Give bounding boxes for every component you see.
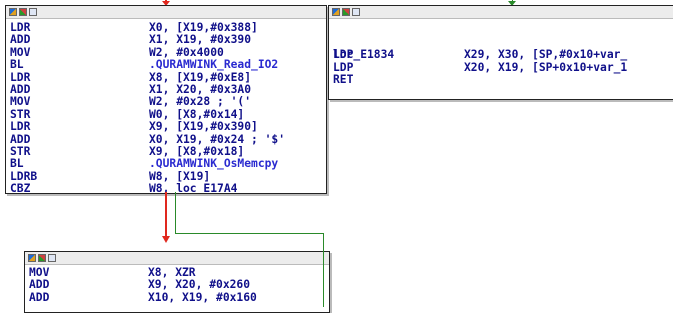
instruction-list: LDP X29, X30, [SP,#0x10+var_ LDP X20, X19, …	[329, 48, 673, 86]
graph-icon[interactable]	[332, 8, 340, 16]
text-icon[interactable]	[29, 8, 37, 16]
text-icon[interactable]	[48, 254, 56, 262]
instruction-line[interactable]: MOV W2, #0x28 ; '('	[6, 95, 326, 108]
mnemonic[interactable]: ADD	[29, 291, 49, 304]
operands[interactable]: X9, X20, #0x260	[148, 278, 250, 291]
mnemonic[interactable]: MOV	[10, 95, 30, 108]
operands[interactable]: X10, X19, #0x160	[148, 291, 257, 304]
instruction-line[interactable]: ADD X1, X19, #0x390	[6, 33, 326, 46]
instruction-line[interactable]: BL .QURAMWINK_OsMemcpy	[6, 157, 326, 170]
false-branch-edge	[165, 192, 167, 236]
operands[interactable]: W8, loc_E17A4	[149, 182, 237, 193]
code-block-main[interactable]: LDR X0, [X19,#0x388] ADD X1, X19, #0x390 MOV…	[5, 5, 327, 194]
instruction-list: MOV X8, XZR ADD X9, X20, #0x260 ADD X10, X19,…	[25, 265, 329, 304]
mnemonic[interactable]: CBZ	[10, 182, 30, 193]
instruction-line[interactable]: LDP X20, X19, [SP+0x10+var_1	[329, 61, 673, 74]
mnemonic[interactable]: BL	[10, 58, 24, 71]
instruction-line[interactable]: ADD X9, X20, #0x260	[25, 278, 329, 291]
text-icon[interactable]	[352, 8, 360, 16]
instruction-line[interactable]: RET	[329, 73, 673, 86]
true-branch-edge-continue	[323, 233, 324, 307]
image-icon[interactable]	[19, 8, 27, 16]
operands[interactable]: X29, X30, [SP,#0x10+var_	[464, 48, 627, 61]
image-icon[interactable]	[38, 254, 46, 262]
operands[interactable]: .QURAMWINK_OsMemcpy	[149, 157, 278, 170]
code-block-loc-e1834[interactable]: loc_E1834 LDP X29, X30, [SP,#0x10+var_ LDP…	[328, 5, 673, 100]
mnemonic[interactable]: LDP	[333, 48, 353, 61]
mnemonic[interactable]: RET	[333, 73, 353, 86]
instruction-list: LDR X0, [X19,#0x388] ADD X1, X19, #0x390 MOV…	[6, 19, 326, 193]
graph-icon[interactable]	[9, 8, 17, 16]
graph-icon[interactable]	[28, 254, 36, 262]
instruction-line[interactable]: ADD X10, X19, #0x160	[25, 291, 329, 304]
operands[interactable]: .QURAMWINK_Read_IO2	[149, 58, 278, 71]
true-branch-edge-right	[175, 233, 323, 234]
mnemonic[interactable]: LDR	[10, 120, 30, 133]
mnemonic[interactable]: BL	[10, 157, 24, 170]
instruction-line[interactable]: LDP X29, X30, [SP,#0x10+var_	[329, 48, 673, 61]
operands[interactable]: W2, #0x28 ; '('	[149, 95, 251, 108]
image-icon[interactable]	[342, 8, 350, 16]
operands[interactable]: X20, X19, [SP+0x10+var_1	[464, 61, 627, 74]
instruction-line[interactable]: LDR X9, [X19,#0x390]	[6, 120, 326, 133]
instruction-line[interactable]: BL .QURAMWINK_Read_IO2	[6, 58, 326, 71]
block-titlebar[interactable]	[6, 6, 326, 19]
operands[interactable]: X9, [X19,#0x390]	[149, 120, 258, 133]
false-branch-arrow	[162, 236, 170, 243]
operands[interactable]: X1, X19, #0x390	[149, 33, 251, 46]
block-titlebar[interactable]	[25, 252, 329, 265]
mnemonic[interactable]: ADD	[10, 33, 30, 46]
mnemonic[interactable]: ADD	[29, 278, 49, 291]
true-branch-edge-down	[175, 192, 176, 233]
block-titlebar[interactable]	[329, 6, 673, 19]
code-block-fallthrough[interactable]: MOV X8, XZR ADD X9, X20, #0x260 ADD X10, X19,…	[24, 251, 330, 313]
